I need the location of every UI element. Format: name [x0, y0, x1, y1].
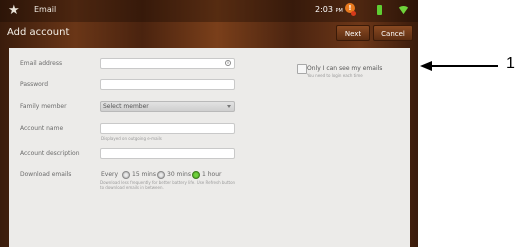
page-title: Add account — [7, 27, 70, 38]
password-label: Password — [20, 81, 49, 88]
radio-15-mins[interactable] — [122, 171, 130, 179]
account-name-hint: Displayed on outgoing e-mails — [101, 136, 162, 141]
status-app-name: Email — [34, 5, 57, 14]
status-clock: 2:03 PM — [315, 5, 343, 14]
download-every-label: Every — [101, 171, 119, 178]
tablet-screen: ★ Email 2:03 PM ! Add account Next Cance… — [0, 0, 418, 247]
email-label: Email address — [20, 60, 63, 67]
radio-1-hour-label: 1 hour — [202, 171, 222, 178]
add-account-form: Email address × Password Family member S… — [9, 48, 410, 247]
account-description-field[interactable] — [100, 148, 235, 159]
android-app-icon: ★ — [8, 3, 20, 18]
next-button[interactable]: Next — [336, 25, 370, 41]
email-field[interactable]: × — [100, 58, 235, 69]
callout-arrow-icon — [420, 61, 498, 71]
radio-1-hour[interactable] — [192, 171, 200, 179]
download-emails-label: Download emails — [20, 171, 72, 178]
only-me-checkbox[interactable] — [297, 64, 307, 74]
clock-time: 2:03 — [315, 5, 333, 14]
cancel-button[interactable]: Cancel — [373, 25, 413, 41]
clock-ampm: PM — [335, 8, 343, 14]
only-me-hint: You need to login each time — [307, 73, 363, 78]
radio-15-mins-label: 15 mins — [132, 171, 156, 178]
status-bar: ★ Email 2:03 PM ! — [0, 0, 418, 22]
family-member-select-value: Select member — [103, 103, 149, 110]
radio-30-mins[interactable] — [157, 171, 165, 179]
notification-badge-icon — [351, 11, 356, 16]
title-bar: Add account Next Cancel — [0, 22, 418, 44]
chevron-down-icon — [227, 105, 231, 108]
radio-30-mins-label: 30 mins — [167, 171, 191, 178]
battery-icon — [377, 5, 382, 15]
account-description-label: Account description — [20, 150, 80, 157]
account-name-label: Account name — [20, 125, 64, 132]
family-member-label: Family member — [20, 103, 67, 110]
account-name-field[interactable] — [100, 123, 235, 134]
family-member-select[interactable]: Select member — [100, 101, 235, 112]
password-field[interactable] — [100, 79, 235, 90]
download-emails-hint: Download less frequently for better batt… — [100, 180, 236, 190]
callout-number: 1 — [506, 55, 515, 72]
only-me-label: Only I can see my emails — [307, 65, 383, 72]
wifi-icon — [398, 6, 409, 15]
clear-icon[interactable]: × — [225, 60, 231, 66]
